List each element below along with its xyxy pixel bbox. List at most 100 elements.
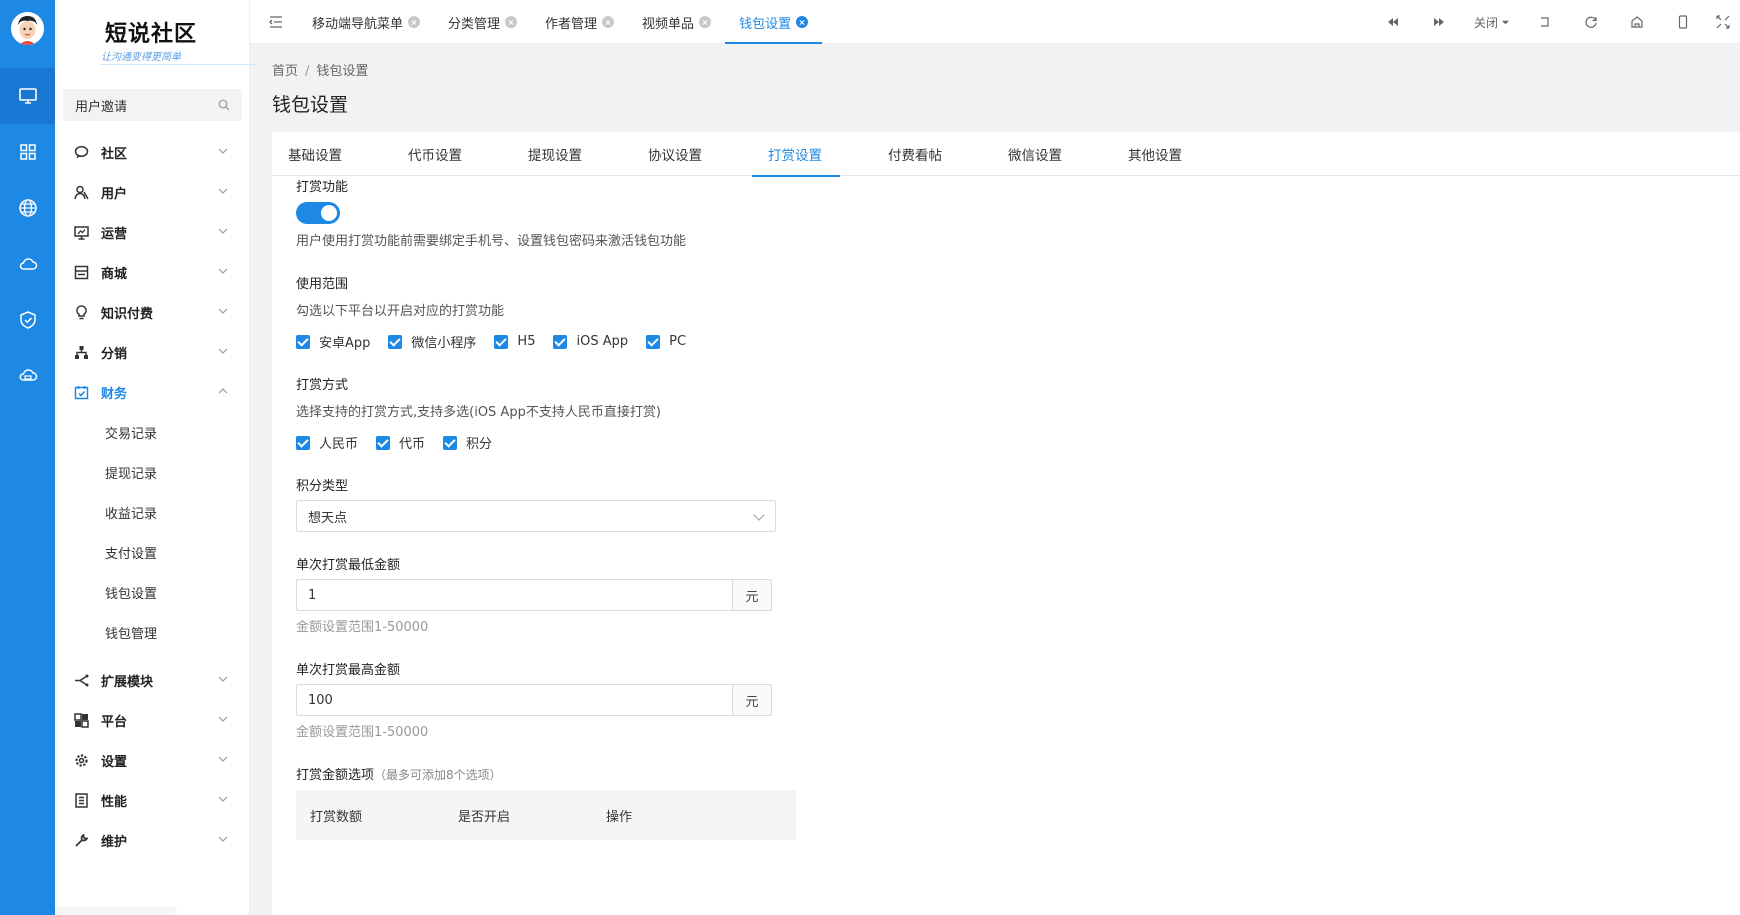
hierarchy-icon bbox=[73, 344, 89, 360]
tab-label: 分类管理 bbox=[448, 16, 501, 32]
sidebar-subitem-wallet-settings[interactable]: 钱包设置 bbox=[55, 572, 250, 612]
sidebar-search[interactable]: 用户邀请 bbox=[63, 89, 242, 121]
scope-help: 勾选以下平台以开启对应的打赏功能 bbox=[296, 304, 505, 319]
tab-wallet-settings[interactable]: 钱包设置 bbox=[725, 0, 823, 44]
tab-withdraw[interactable]: 提现设置 bbox=[512, 132, 632, 176]
mobile-preview-button[interactable] bbox=[1660, 0, 1706, 44]
menu-collapse-icon[interactable] bbox=[268, 14, 284, 30]
avatar[interactable] bbox=[11, 12, 44, 45]
sidebar: 短说社区 让沟通变得更简单 用户邀请 社区 用户 运营 商城 知识付费 分销 财… bbox=[55, 0, 255, 915]
tab-reward[interactable]: 打赏设置 bbox=[752, 132, 872, 177]
home-button[interactable] bbox=[1614, 0, 1660, 44]
back-button[interactable] bbox=[1522, 0, 1568, 44]
points-type-select[interactable]: 想天点 bbox=[296, 500, 776, 532]
tab-other[interactable]: 其他设置 bbox=[1112, 132, 1232, 176]
close-icon[interactable] bbox=[699, 16, 712, 28]
close-tabs-dropdown[interactable]: 关闭 bbox=[1462, 0, 1522, 44]
refresh-button[interactable] bbox=[1568, 0, 1614, 44]
method-token-checkbox[interactable]: 代币 bbox=[376, 433, 425, 452]
scope-label: 使用范围 bbox=[296, 277, 349, 292]
max-amount-unit: 元 bbox=[732, 684, 772, 716]
min-amount-label: 单次打赏最低金额 bbox=[296, 558, 401, 573]
col-actions: 操作 bbox=[606, 810, 633, 825]
reward-toggle[interactable] bbox=[296, 202, 340, 224]
bulb-icon bbox=[73, 304, 89, 320]
sidebar-subitem-payment-settings[interactable]: 支付设置 bbox=[55, 532, 250, 572]
max-amount-input[interactable]: 100 bbox=[296, 684, 732, 716]
scope-pc-checkbox[interactable]: PC bbox=[646, 334, 686, 349]
sidebar-subitem-transactions[interactable]: 交易记录 bbox=[55, 412, 250, 452]
rail-cloud[interactable] bbox=[0, 236, 55, 292]
rail-globe[interactable] bbox=[0, 180, 55, 236]
tab-video[interactable]: 视频单品 bbox=[628, 0, 725, 44]
close-icon[interactable] bbox=[505, 16, 518, 28]
chevron-down-icon bbox=[218, 836, 228, 842]
sidebar-item-distribution[interactable]: 分销 bbox=[55, 332, 250, 372]
tab-author[interactable]: 作者管理 bbox=[531, 0, 628, 44]
sidebar-subitem-withdrawals[interactable]: 提现记录 bbox=[55, 452, 250, 492]
phone-icon bbox=[1678, 15, 1688, 29]
store-icon bbox=[73, 264, 89, 280]
sidebar-subitem-wallet-management[interactable]: 钱包管理 bbox=[55, 612, 250, 652]
tab-token[interactable]: 代币设置 bbox=[392, 132, 512, 176]
platform-icon bbox=[73, 712, 89, 728]
chevron-down-icon bbox=[218, 348, 228, 354]
sidebar-item-user[interactable]: 用户 bbox=[55, 172, 250, 212]
scope-miniprogram-checkbox[interactable]: 微信小程序 bbox=[388, 332, 476, 351]
scroll-right-button[interactable] bbox=[1416, 0, 1462, 44]
tab-wechat[interactable]: 微信设置 bbox=[992, 132, 1112, 176]
tab-agreement[interactable]: 协议设置 bbox=[632, 132, 752, 176]
sidebar-item-settings[interactable]: 设置 bbox=[55, 740, 250, 780]
tab-paid-post[interactable]: 付费看帖 bbox=[872, 132, 992, 176]
rail-cloud-service[interactable] bbox=[0, 348, 55, 404]
rail-monitor[interactable] bbox=[0, 68, 55, 124]
sidebar-item-finance[interactable]: 财务 bbox=[55, 372, 250, 412]
sidebar-item-community[interactable]: 社区 bbox=[55, 132, 250, 172]
min-amount-input[interactable]: 1 bbox=[296, 579, 732, 611]
close-icon[interactable] bbox=[408, 16, 421, 28]
sidebar-item-maintenance[interactable]: 维护 bbox=[55, 820, 250, 860]
checkbox-checked-icon bbox=[494, 334, 509, 349]
breadcrumb-home[interactable]: 首页 bbox=[272, 64, 298, 79]
page-title: 钱包设置 bbox=[272, 94, 349, 116]
sidebar-item-platform[interactable]: 平台 bbox=[55, 700, 250, 740]
reward-options-label: 打赏金额选项（最多可添加8个选项） bbox=[296, 764, 502, 783]
rail-shield[interactable] bbox=[0, 292, 55, 348]
shield-icon bbox=[19, 311, 36, 329]
brand-title: 短说社区 bbox=[105, 21, 198, 47]
checkbox-label: PC bbox=[669, 334, 687, 349]
tab-basic[interactable]: 基础设置 bbox=[272, 132, 392, 176]
scroll-left-button[interactable] bbox=[1370, 0, 1416, 44]
checkbox-label: 积分 bbox=[466, 437, 493, 452]
fullscreen-button[interactable] bbox=[1706, 0, 1740, 44]
close-icon[interactable] bbox=[602, 16, 615, 28]
reward-options-note: （最多可添加8个选项） bbox=[374, 768, 502, 782]
settings-card: 基础设置 代币设置 提现设置 协议设置 打赏设置 付费看帖 微信设置 其他设置 … bbox=[272, 132, 1740, 915]
sidebar-subitem-earnings[interactable]: 收益记录 bbox=[55, 492, 250, 532]
sidebar-item-performance[interactable]: 性能 bbox=[55, 780, 250, 820]
sidebar-item-extensions[interactable]: 扩展模块 bbox=[55, 660, 250, 700]
sidebar-menu: 社区 用户 运营 商城 知识付费 分销 财务 交易记录 提现记录 收益记录 支付… bbox=[55, 132, 250, 860]
max-amount-group: 100 元 bbox=[296, 684, 772, 716]
sidebar-item-store[interactable]: 商城 bbox=[55, 252, 250, 292]
cloud-icon bbox=[19, 258, 37, 270]
tab-category[interactable]: 分类管理 bbox=[434, 0, 531, 44]
method-points-checkbox[interactable]: 积分 bbox=[443, 433, 492, 452]
checkbox-checked-icon bbox=[376, 435, 391, 450]
tab-mobile-nav[interactable]: 移动端导航菜单 bbox=[298, 0, 434, 44]
sidebar-item-operations[interactable]: 运营 bbox=[55, 212, 250, 252]
close-icon[interactable] bbox=[796, 16, 809, 28]
scope-h5-checkbox[interactable]: H5 bbox=[494, 334, 535, 349]
col-amount: 打赏数额 bbox=[310, 810, 363, 825]
method-rmb-checkbox[interactable]: 人民币 bbox=[296, 433, 358, 452]
scope-android-checkbox[interactable]: 安卓App bbox=[296, 332, 370, 351]
presentation-icon bbox=[73, 224, 89, 240]
rail-apps[interactable] bbox=[0, 124, 55, 180]
share-icon bbox=[73, 672, 89, 688]
sidebar-item-knowledge[interactable]: 知识付费 bbox=[55, 292, 250, 332]
chevron-down-icon bbox=[218, 796, 228, 802]
reward-label: 打赏功能 bbox=[296, 180, 349, 195]
scope-ios-checkbox[interactable]: iOS App bbox=[553, 334, 628, 349]
reward-help: 用户使用打赏功能前需要绑定手机号、设置钱包密码来激活钱包功能 bbox=[296, 234, 687, 249]
points-type-value: 想天点 bbox=[308, 510, 348, 526]
